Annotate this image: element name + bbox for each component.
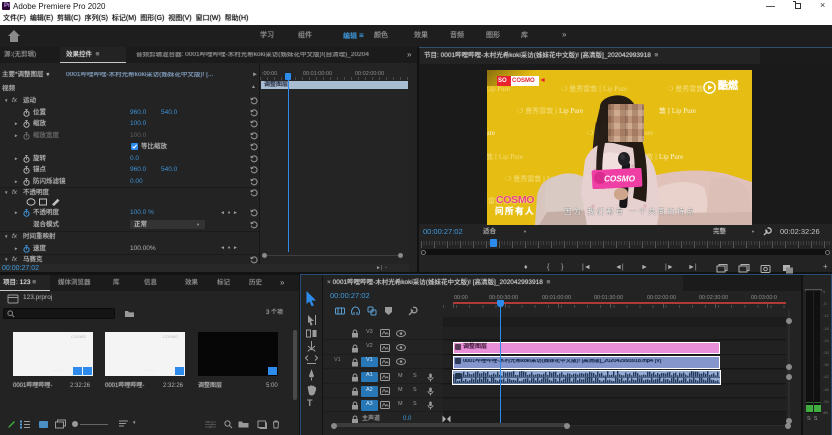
svg-text:COSMO: COSMO [604,175,636,184]
